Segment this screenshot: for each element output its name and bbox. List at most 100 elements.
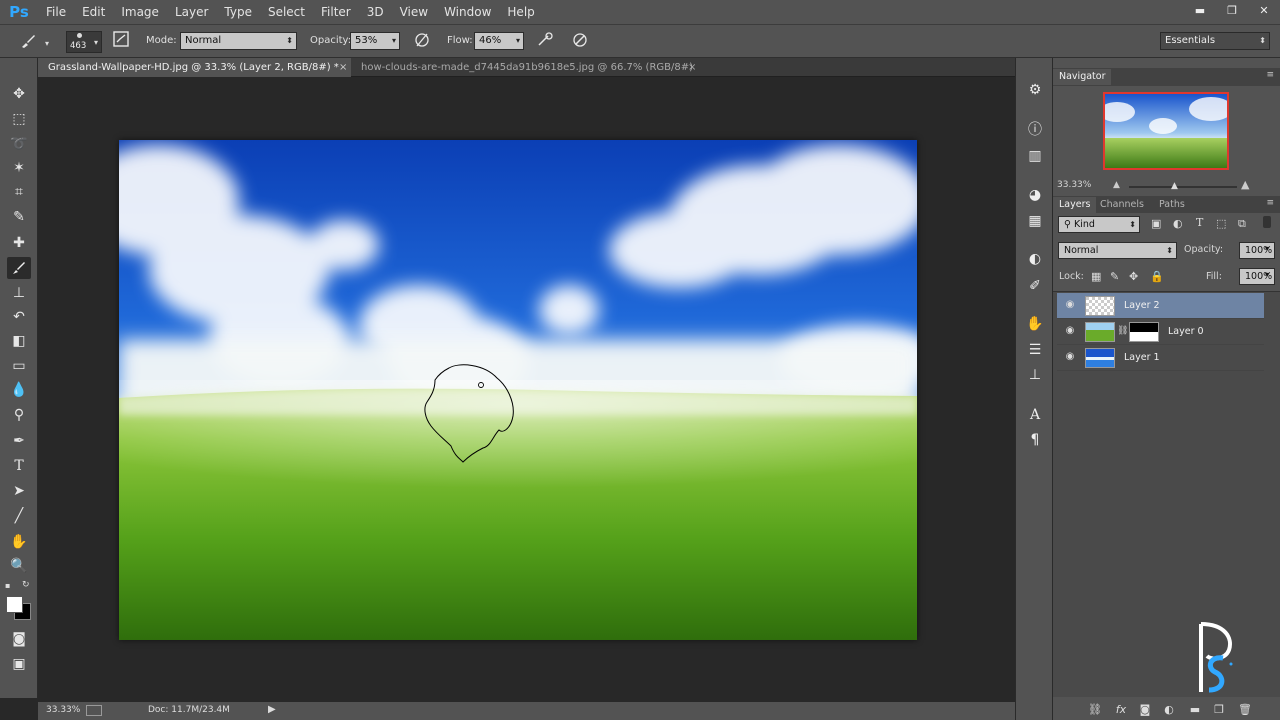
- panel-menu-icon[interactable]: ≡: [1266, 198, 1274, 208]
- link-chain-icon[interactable]: ⛓: [1117, 326, 1128, 336]
- brush-panel-icon[interactable]: ✋: [1025, 314, 1045, 334]
- line-tool-icon[interactable]: ╱: [7, 505, 31, 527]
- tab-grassland[interactable]: Grassland-Wallpaper-HD.jpg @ 33.3% (Laye…: [38, 58, 351, 77]
- chevron-down-icon[interactable]: ▾: [1265, 244, 1269, 253]
- menu-edit[interactable]: Edit: [74, 0, 113, 24]
- hand-tool-icon[interactable]: ✋: [7, 531, 31, 553]
- link-layers-icon[interactable]: ⛓: [1087, 702, 1103, 718]
- menu-image[interactable]: Image: [113, 0, 167, 24]
- layer-row-layer-1[interactable]: ◉ Layer 1: [1057, 345, 1264, 371]
- opacity-field[interactable]: 53% ▾: [350, 32, 400, 50]
- lock-image-icon[interactable]: ✎: [1110, 270, 1119, 283]
- slider-handle[interactable]: ▲: [1171, 181, 1178, 191]
- filter-pixel-icon[interactable]: ▣: [1151, 217, 1161, 230]
- close-button[interactable]: ✕: [1248, 0, 1280, 20]
- fill-field[interactable]: 100%: [1239, 268, 1275, 285]
- new-adjustment-icon[interactable]: ◐: [1161, 702, 1177, 718]
- zoom-out-icon[interactable]: ▲: [1113, 180, 1120, 190]
- crop-tool-icon[interactable]: ⌗: [7, 181, 31, 203]
- default-colors-icon[interactable]: ▪: [5, 581, 10, 590]
- layer-row-layer-2[interactable]: ◉ Layer 2: [1057, 293, 1264, 319]
- color-panel-icon[interactable]: ◕: [1025, 185, 1045, 205]
- pressure-opacity-icon[interactable]: [412, 31, 432, 51]
- tab-paths[interactable]: Paths: [1153, 197, 1191, 213]
- filter-toggle[interactable]: [1263, 216, 1271, 228]
- restore-button[interactable]: ❐: [1216, 0, 1248, 20]
- tab-layers[interactable]: Layers: [1053, 197, 1097, 213]
- visibility-eye-icon[interactable]: ◉: [1063, 351, 1077, 365]
- filter-adjustment-icon[interactable]: ◐: [1173, 217, 1183, 230]
- brush-panel-icon[interactable]: [111, 31, 131, 51]
- brush-tool-preset-icon[interactable]: [18, 31, 38, 51]
- add-mask-icon[interactable]: ◙: [1137, 702, 1153, 718]
- menu-select[interactable]: Select: [260, 0, 313, 24]
- menu-window[interactable]: Window: [436, 0, 499, 24]
- type-tool-icon[interactable]: T: [7, 455, 31, 477]
- document-canvas[interactable]: [119, 140, 917, 640]
- marquee-tool-icon[interactable]: ⬚: [7, 108, 31, 130]
- filter-shape-icon[interactable]: ⬚: [1216, 217, 1226, 230]
- layer-name[interactable]: Layer 0: [1168, 319, 1204, 345]
- navigator-tab[interactable]: Navigator: [1053, 69, 1112, 85]
- clone-source-icon[interactable]: ⊥: [1025, 365, 1045, 385]
- menu-3d[interactable]: 3D: [359, 0, 392, 24]
- filter-type-icon[interactable]: T: [1196, 216, 1203, 229]
- pen-tool-icon[interactable]: ✒: [7, 430, 31, 452]
- navigator-zoom-slider[interactable]: [1129, 186, 1237, 188]
- minimize-button[interactable]: ▬: [1184, 0, 1216, 20]
- navigator-thumbnail[interactable]: [1103, 92, 1229, 170]
- layer-row-layer-0[interactable]: ◉ ⛓ Layer 0: [1057, 319, 1264, 345]
- close-icon[interactable]: ×: [688, 58, 696, 77]
- menu-type[interactable]: Type: [216, 0, 260, 24]
- info-panel-icon[interactable]: ⓘ: [1025, 120, 1045, 140]
- move-tool-icon[interactable]: ✥: [7, 83, 31, 105]
- brush-tool-icon[interactable]: [7, 257, 31, 279]
- layer-name[interactable]: Layer 2: [1124, 293, 1160, 319]
- workspace-select[interactable]: Essentials ⬍: [1160, 32, 1270, 50]
- healing-brush-tool-icon[interactable]: ✚: [7, 232, 31, 254]
- eyedropper-tool-icon[interactable]: ✎: [7, 206, 31, 228]
- paragraph-panel-icon[interactable]: ¶: [1025, 430, 1045, 450]
- layer-name[interactable]: Layer 1: [1124, 345, 1160, 371]
- visibility-eye-icon[interactable]: ◉: [1063, 325, 1077, 339]
- brush-presets-icon[interactable]: ☰: [1025, 340, 1045, 360]
- menu-help[interactable]: Help: [499, 0, 542, 24]
- lock-position-icon[interactable]: ✥: [1129, 270, 1138, 283]
- zoom-tool-icon[interactable]: 🔍: [7, 555, 31, 577]
- layer-opacity-field[interactable]: 100%: [1239, 242, 1275, 259]
- swap-colors-icon[interactable]: ↻: [22, 580, 30, 590]
- status-preview-icon[interactable]: [86, 705, 102, 716]
- preset-caret-icon[interactable]: ▾: [45, 39, 49, 48]
- styles-panel-icon[interactable]: ✐: [1025, 276, 1045, 296]
- zoom-level[interactable]: 33.33%: [46, 705, 80, 715]
- screen-mode-icon[interactable]: ▣: [7, 653, 31, 675]
- dodge-tool-icon[interactable]: ⚲: [7, 404, 31, 426]
- history-panel-icon[interactable]: ⚙: [1025, 80, 1045, 100]
- layer-style-icon[interactable]: fx: [1113, 702, 1129, 718]
- blend-mode-select[interactable]: Normal ⬍: [1058, 242, 1177, 259]
- zoom-in-icon[interactable]: ▲: [1241, 178, 1249, 191]
- adjustments-panel-icon[interactable]: ◐: [1025, 249, 1045, 269]
- brush-size-picker[interactable]: 463 ▾: [66, 31, 102, 53]
- menu-view[interactable]: View: [392, 0, 436, 24]
- path-selection-tool-icon[interactable]: ➤: [7, 480, 31, 502]
- menu-file[interactable]: File: [38, 0, 74, 24]
- filter-smart-object-icon[interactable]: ⧉: [1238, 217, 1246, 231]
- new-group-icon[interactable]: ▬: [1187, 702, 1203, 718]
- menu-layer[interactable]: Layer: [167, 0, 216, 24]
- layer-mask-thumbnail[interactable]: [1129, 322, 1159, 342]
- delete-layer-icon[interactable]: 🗑: [1237, 702, 1253, 718]
- clone-stamp-tool-icon[interactable]: ⊥: [7, 282, 31, 304]
- visibility-eye-icon[interactable]: ◉: [1063, 299, 1077, 313]
- quick-mask-icon[interactable]: ◙: [7, 628, 31, 650]
- gradient-tool-icon[interactable]: ▭: [7, 355, 31, 377]
- histogram-panel-icon[interactable]: ▥: [1025, 146, 1045, 166]
- status-menu-arrow-icon[interactable]: ▶: [268, 704, 276, 715]
- layer-filter-select[interactable]: ⚲ Kind ⬍: [1058, 216, 1140, 233]
- lock-all-icon[interactable]: 🔒: [1150, 270, 1164, 283]
- lasso-tool-icon[interactable]: ➰: [7, 133, 31, 155]
- character-panel-icon[interactable]: A: [1025, 405, 1045, 425]
- eraser-tool-icon[interactable]: ◧: [7, 330, 31, 352]
- swatches-panel-icon[interactable]: ▦: [1025, 211, 1045, 231]
- menu-filter[interactable]: Filter: [313, 0, 359, 24]
